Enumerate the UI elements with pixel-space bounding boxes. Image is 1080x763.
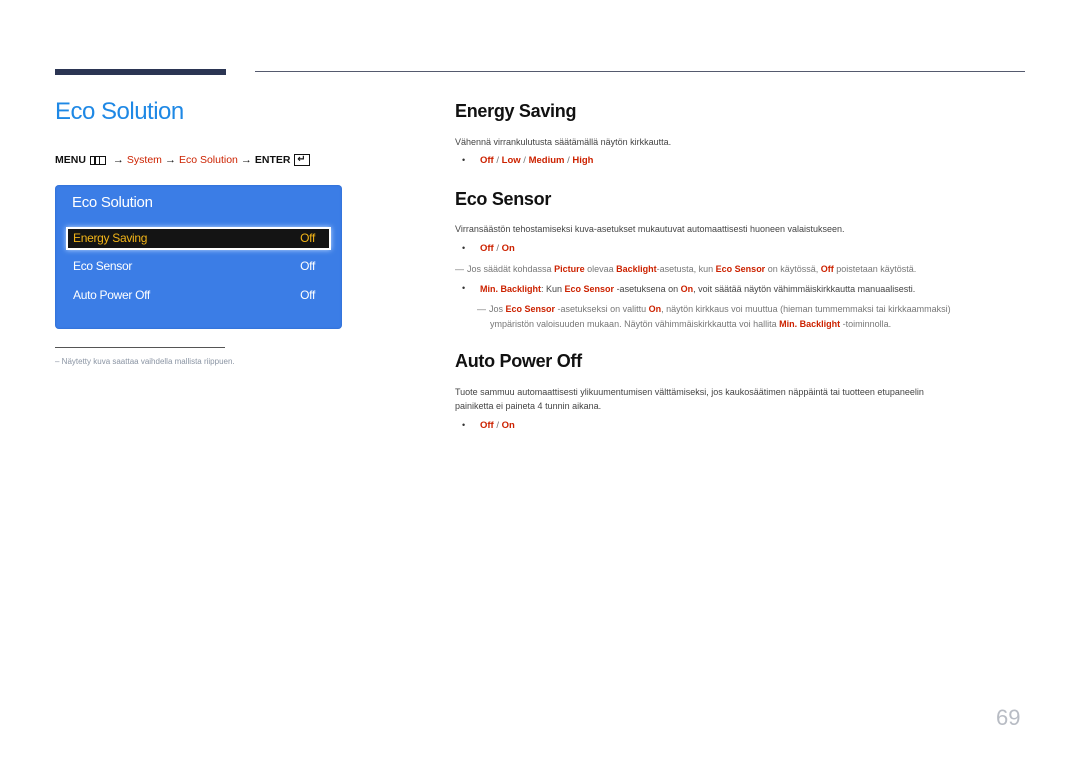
bullet-icon: • (462, 243, 466, 253)
osd-item-energy-saving[interactable]: Energy Saving Off (66, 227, 331, 250)
option-off: Off (480, 420, 494, 431)
osd-item-value: Off (300, 231, 315, 245)
page-title: Eco Solution (55, 98, 184, 125)
osd-item-eco-sensor[interactable]: Eco Sensor Off (66, 255, 331, 278)
osd-menu-panel: Eco Solution Energy Saving Off Eco Senso… (55, 185, 342, 329)
osd-item-value: Off (300, 259, 315, 273)
enter-icon: ↵ (293, 154, 310, 166)
enter-label: ENTER (254, 154, 291, 166)
menu-path: MENU → System → Eco Solution → ENTER ↵ (55, 154, 310, 166)
eco-sensor-options: Off / On (480, 243, 515, 254)
osd-item-label: Eco Sensor (73, 259, 133, 273)
auto-power-off-description: Tuote sammuu automaattisesti ylikuumentu… (455, 387, 924, 411)
note-dash-icon: ― (477, 304, 486, 314)
osd-item-value: Off (300, 288, 315, 302)
min-backlight-item: Min. Backlight: Kun Eco Sensor -asetukse… (480, 284, 916, 294)
option-off: Off (480, 243, 494, 254)
option-on: On (501, 243, 515, 254)
note-dash-icon: ― (455, 264, 464, 274)
arrow-icon: → (164, 154, 176, 166)
option-medium: Medium (528, 155, 565, 166)
bullet-icon: • (462, 155, 466, 165)
footnote: – Näytetty kuva saattaa vaihdella mallis… (55, 357, 235, 366)
eco-sensor-note-2: ― Jos Eco Sensor -asetukseksi on valittu … (477, 304, 951, 314)
osd-item-label: Energy Saving (73, 231, 148, 245)
section-title-energy-saving: Energy Saving (455, 101, 577, 121)
bullet-icon: • (462, 420, 466, 430)
option-on: On (501, 420, 515, 431)
footnote-divider (55, 347, 225, 348)
section-title-eco-sensor: Eco Sensor (455, 189, 552, 209)
arrow-icon: → (112, 154, 124, 166)
option-low: Low (501, 155, 521, 166)
bullet-icon: • (462, 283, 466, 293)
option-off: Off (480, 155, 494, 166)
eco-sensor-description: Virransäästön tehostamiseksi kuva-asetuk… (455, 224, 845, 234)
eco-sensor-note-1: ― Jos säädät kohdassa Picture olevaa Back… (455, 264, 917, 274)
menu-path-system: System (126, 154, 162, 166)
header-rule (255, 71, 1025, 72)
menu-grid-icon (89, 155, 106, 165)
section-title-auto-power-off: Auto Power Off (455, 351, 582, 371)
energy-saving-description: Vähennä virrankulutusta säätämällä näytö… (455, 137, 672, 147)
eco-sensor-note-2-cont: ympäristön valoisuuden mukaan. Näytön vä… (490, 319, 892, 329)
osd-item-auto-power-off[interactable]: Auto Power Off Off (66, 284, 331, 307)
osd-title: Eco Solution (72, 194, 153, 211)
osd-item-label: Auto Power Off (73, 288, 150, 302)
option-high: High (572, 155, 594, 166)
page-number: 69 (996, 705, 1021, 730)
energy-saving-options: Off / Low / Medium / High (480, 155, 594, 166)
header-bar-thick (55, 69, 226, 75)
arrow-icon: → (240, 154, 252, 166)
menu-path-eco-solution: Eco Solution (178, 154, 238, 166)
menu-label: MENU (55, 154, 86, 166)
auto-power-off-options: Off / On (480, 420, 515, 431)
